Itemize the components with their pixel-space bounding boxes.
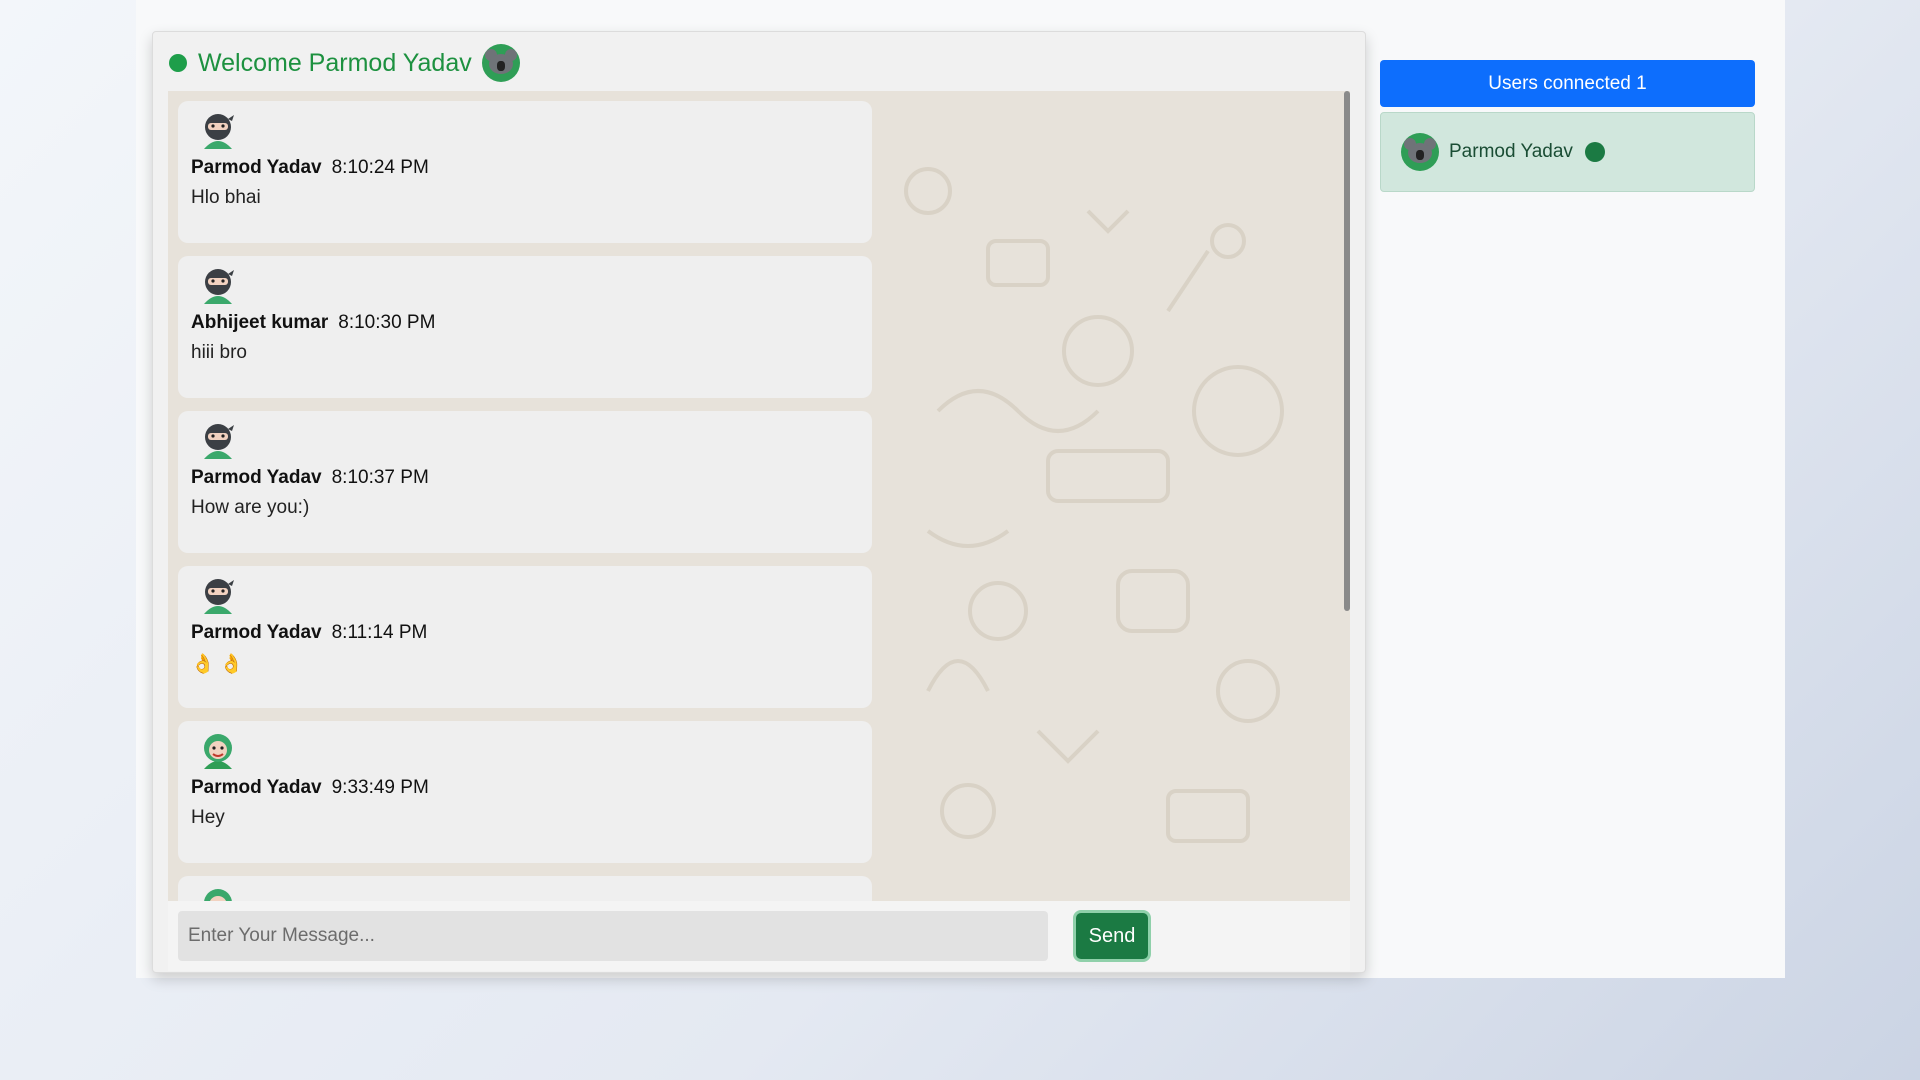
frog-avatar-icon: [204, 889, 232, 901]
message-text: 👌 👌: [191, 654, 244, 675]
connected-user-item[interactable]: Parmod Yadav: [1380, 112, 1755, 192]
connected-user-name: Parmod Yadav: [1449, 141, 1573, 162]
online-status-icon: [169, 54, 187, 72]
message-text: How are you:): [191, 497, 310, 518]
message-composer: Send: [168, 901, 1350, 971]
message-bubble: Parmod Yadav 8:10:24 PM Hlo bhai: [178, 101, 872, 243]
users-connected-header: Users connected 1: [1380, 60, 1755, 107]
chat-window: Welcome Parmod Yadav Parmod Yadav 8:10:2…: [152, 31, 1366, 973]
message-bubble-partial: [178, 876, 872, 901]
message-time: 8:10:30 PM: [338, 312, 436, 333]
message-bubble: Abhijeet kumar 8:10:30 PM hiii bro: [178, 256, 872, 398]
message-time: 8:10:24 PM: [331, 157, 429, 178]
welcome-title: Welcome Parmod Yadav: [198, 48, 472, 77]
ninja-avatar-icon: [204, 424, 234, 459]
message-input[interactable]: [178, 911, 1048, 961]
message-text: Hey: [191, 807, 225, 828]
chat-header: Welcome Parmod Yadav: [169, 42, 520, 84]
message-text: Hlo bhai: [191, 187, 261, 208]
message-time: 8:10:37 PM: [331, 467, 429, 488]
message-author: Parmod Yadav: [191, 467, 322, 488]
koala-avatar-icon: [1401, 133, 1439, 171]
message-list[interactable]: Parmod Yadav 8:10:24 PM Hlo bhai Abhijeet…: [168, 91, 1350, 901]
ninja-avatar-icon: [204, 269, 234, 304]
message-author: Parmod Yadav: [191, 622, 322, 643]
message-bubble: Parmod Yadav 9:33:49 PM Hey: [178, 721, 872, 863]
ninja-avatar-icon: [204, 579, 234, 614]
online-status-icon: [1584, 142, 1605, 162]
koala-avatar-icon: [481, 44, 520, 82]
message-bubble: Parmod Yadav 8:10:37 PM How are you:): [178, 411, 872, 553]
send-button[interactable]: Send: [1073, 910, 1151, 962]
message-bubble: Parmod Yadav 8:11:14 PM 👌 👌: [178, 566, 872, 708]
message-time: 8:11:14 PM: [331, 622, 428, 643]
message-list-scrollbar[interactable]: [1344, 91, 1350, 611]
message-time: 9:33:49 PM: [331, 777, 429, 798]
message-author: Parmod Yadav: [191, 777, 322, 798]
ninja-avatar-icon: [204, 114, 234, 149]
message-author: Abhijeet kumar: [191, 312, 329, 333]
frog-avatar-icon: [204, 734, 232, 769]
message-author: Parmod Yadav: [191, 157, 322, 178]
message-text: hiii bro: [191, 342, 247, 363]
